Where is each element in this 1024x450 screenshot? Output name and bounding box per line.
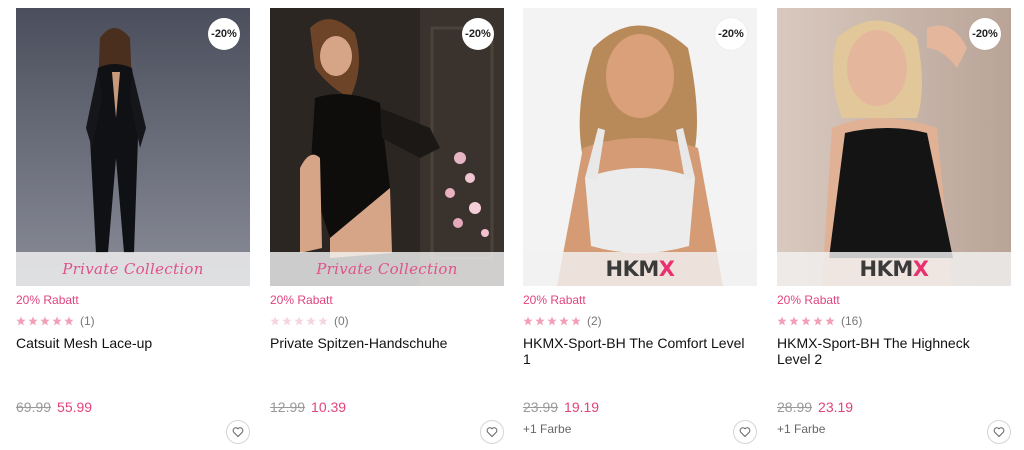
star-icon	[547, 316, 557, 326]
star-icon	[777, 316, 787, 326]
brand-logo: Private Collection	[62, 260, 204, 278]
product-name[interactable]: HKMX-Sport-BH The Comfort Level 1	[523, 335, 753, 367]
product-card: Private Collection -20% 20% Rabatt (0) P…	[270, 8, 504, 448]
brand-logo-bar: HKMX	[523, 252, 757, 286]
discount-badge: -20%	[715, 18, 747, 50]
brand-logo: HKMX	[605, 257, 675, 281]
wishlist-button[interactable]	[480, 420, 504, 444]
product-name[interactable]: Catsuit Mesh Lace-up	[16, 335, 246, 351]
star-icon	[294, 316, 304, 326]
heart-outline-icon	[486, 427, 498, 438]
sale-price: 23.19	[818, 399, 854, 415]
old-price: 28.99	[777, 399, 813, 415]
brand-logo: Private Collection	[316, 260, 458, 278]
star-icon	[52, 316, 62, 326]
star-icon	[825, 316, 835, 326]
rating-count: (2)	[587, 314, 602, 328]
price: 23.99 19.19	[523, 399, 599, 415]
promo-label: 20% Rabatt	[270, 293, 333, 307]
rating: (16)	[777, 314, 862, 328]
star-icon	[16, 316, 26, 326]
discount-badge: -20%	[462, 18, 494, 50]
brand-logo-bar: HKMX	[777, 252, 1011, 286]
wishlist-button[interactable]	[226, 420, 250, 444]
star-icon	[270, 316, 280, 326]
star-icon	[559, 316, 569, 326]
promo-label: 20% Rabatt	[777, 293, 840, 307]
product-image[interactable]: HKMX -20%	[777, 8, 1011, 286]
sale-price: 19.19	[564, 399, 600, 415]
sale-price: 10.39	[311, 399, 347, 415]
discount-badge: -20%	[208, 18, 240, 50]
star-icon	[318, 316, 328, 326]
star-icon	[523, 316, 533, 326]
sale-price: 55.99	[57, 399, 93, 415]
heart-outline-icon	[232, 427, 244, 438]
brand-logo-bar: Private Collection	[16, 252, 250, 286]
star-icon	[789, 316, 799, 326]
color-variants-link[interactable]: +1 Farbe	[523, 422, 571, 436]
product-photo	[270, 8, 504, 286]
wishlist-button[interactable]	[733, 420, 757, 444]
product-card: HKMX -20% 20% Rabatt (2) HKMX-Sport-BH T…	[523, 8, 757, 448]
star-icon	[813, 316, 823, 326]
product-card: Private Collection -20% 20% Rabatt (1) C…	[16, 8, 250, 448]
old-price: 69.99	[16, 399, 52, 415]
star-icon	[28, 316, 38, 326]
price: 12.99 10.39	[270, 399, 346, 415]
product-photo	[777, 8, 1011, 286]
heart-outline-icon	[739, 427, 751, 438]
star-icon	[535, 316, 545, 326]
star-icon	[40, 316, 50, 326]
rating-count: (0)	[334, 314, 349, 328]
discount-badge: -20%	[969, 18, 1001, 50]
rating-count: (16)	[841, 314, 863, 328]
product-photo	[523, 8, 757, 286]
product-image[interactable]: Private Collection -20%	[270, 8, 504, 286]
promo-label: 20% Rabatt	[16, 293, 79, 307]
color-variants-link[interactable]: +1 Farbe	[777, 422, 825, 436]
heart-outline-icon	[993, 427, 1005, 438]
product-name[interactable]: HKMX-Sport-BH The Highneck Level 2	[777, 335, 1007, 367]
star-icon	[571, 316, 581, 326]
star-icon	[801, 316, 811, 326]
star-icon	[306, 316, 316, 326]
product-image[interactable]: HKMX -20%	[523, 8, 757, 286]
promo-label: 20% Rabatt	[523, 293, 586, 307]
rating: (2)	[523, 314, 602, 328]
product-grid: Private Collection -20% 20% Rabatt (1) C…	[0, 0, 1024, 450]
wishlist-button[interactable]	[987, 420, 1011, 444]
price: 28.99 23.19	[777, 399, 853, 415]
product-photo	[16, 8, 250, 286]
rating: (0)	[270, 314, 349, 328]
brand-logo-bar: Private Collection	[270, 252, 504, 286]
brand-logo: HKMX	[859, 257, 929, 281]
star-icon	[282, 316, 292, 326]
product-card: HKMX -20% 20% Rabatt (16) HKMX-Sport-BH …	[777, 8, 1011, 448]
product-name[interactable]: Private Spitzen-Handschuhe	[270, 335, 500, 351]
old-price: 12.99	[270, 399, 306, 415]
old-price: 23.99	[523, 399, 559, 415]
rating-count: (1)	[80, 314, 95, 328]
star-icon	[64, 316, 74, 326]
rating: (1)	[16, 314, 95, 328]
price: 69.99 55.99	[16, 399, 92, 415]
product-image[interactable]: Private Collection -20%	[16, 8, 250, 286]
